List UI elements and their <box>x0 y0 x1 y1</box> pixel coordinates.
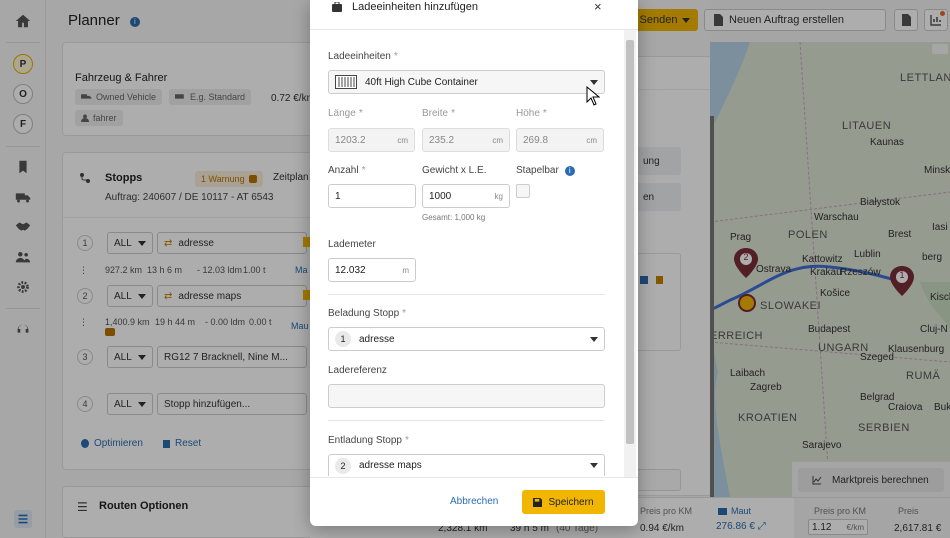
chevron-down-icon <box>590 79 598 85</box>
weight-value: 1000 <box>429 190 452 202</box>
divider <box>328 294 605 295</box>
weight-label: Gewicht x L.E. <box>422 165 487 176</box>
loading-meter-unit: m <box>402 265 409 275</box>
delivery-stop-number: 2 <box>335 457 351 474</box>
height-input[interactable]: 269.8 cm <box>516 128 604 152</box>
required-mark: * <box>542 108 547 119</box>
width-label-text: Breite <box>422 108 449 119</box>
save-icon <box>533 497 543 507</box>
loading-meter-label: Lademeter <box>328 239 376 250</box>
count-label-text: Anzahl <box>328 165 359 176</box>
required-mark: * <box>402 308 407 319</box>
modal-footer: Abbrechen Speichern <box>310 477 638 526</box>
pickup-stop-label: Beladung Stopp * <box>328 308 406 319</box>
height-unit: cm <box>586 135 597 145</box>
loading-unit-value: 40ft High Cube Container <box>365 76 478 88</box>
reference-input[interactable] <box>328 384 605 408</box>
cancel-button[interactable]: Abbrechen <box>450 496 498 507</box>
delivery-stop-label: Entladung Stopp * <box>328 435 409 446</box>
height-label-text: Höhe <box>516 108 540 119</box>
stackable-checkbox[interactable] <box>516 184 530 198</box>
pickup-stop-label-text: Beladung Stopp <box>328 308 400 319</box>
stackable-label: Stapelbar i <box>516 165 575 176</box>
info-icon[interactable]: i <box>564 165 575 176</box>
divider <box>328 420 605 421</box>
loading-units-label: Ladeeinheiten * <box>328 51 398 62</box>
required-mark: * <box>451 108 456 119</box>
container-icon <box>335 75 357 89</box>
modal-header: Ladeeinheiten hinzufügen × <box>310 0 638 30</box>
modal-title: Ladeeinheiten hinzufügen <box>352 1 479 13</box>
weight-unit: kg <box>494 191 503 201</box>
weight-total: Gesamt: 1,000 kg <box>422 213 486 222</box>
loading-unit-select[interactable]: 40ft High Cube Container <box>328 70 605 94</box>
close-icon[interactable]: × <box>594 0 602 14</box>
height-label: Höhe * <box>516 108 547 119</box>
width-input[interactable]: 235.2 cm <box>422 128 510 152</box>
save-button[interactable]: Speichern <box>522 490 605 514</box>
length-input[interactable]: 1203.2 cm <box>328 128 415 152</box>
required-mark: * <box>358 108 363 119</box>
delivery-stop-value: adresse maps <box>359 460 422 471</box>
count-input[interactable]: 1 <box>328 184 416 208</box>
loading-units-label-text: Ladeeinheiten <box>328 51 391 62</box>
delivery-stop-select[interactable]: 2 adresse maps <box>328 454 605 476</box>
required-mark: * <box>404 435 409 446</box>
delivery-stop-label-text: Entladung Stopp <box>328 435 402 446</box>
required-mark: * <box>393 51 398 62</box>
width-value: 235.2 <box>429 134 455 146</box>
mouse-cursor-icon <box>586 86 600 106</box>
stackable-label-text: Stapelbar <box>516 165 559 176</box>
pickup-stop-number: 1 <box>335 331 351 347</box>
modal-scrollbar[interactable] <box>624 30 636 477</box>
width-unit: cm <box>492 135 503 145</box>
count-value: 1 <box>335 190 341 202</box>
briefcase-icon <box>332 2 342 12</box>
length-label-text: Länge <box>328 108 356 119</box>
weight-input[interactable]: 1000 kg <box>422 184 510 208</box>
length-unit: cm <box>397 135 408 145</box>
length-value: 1203.2 <box>335 134 366 146</box>
loading-meter-value: 12.032 <box>335 264 366 276</box>
chevron-down-icon <box>590 336 598 342</box>
chevron-down-icon <box>590 463 598 468</box>
required-mark: * <box>361 165 366 176</box>
height-value: 269.8 <box>523 134 549 146</box>
width-label: Breite * <box>422 108 455 119</box>
pickup-stop-select[interactable]: 1 adresse <box>328 327 605 351</box>
add-loading-units-modal: Ladeeinheiten hinzufügen × Ladeeinheiten… <box>310 0 638 526</box>
reference-label: Ladereferenz <box>328 365 387 376</box>
length-label: Länge * <box>328 108 363 119</box>
count-label: Anzahl * <box>328 165 365 176</box>
save-label: Speichern <box>548 496 594 508</box>
loading-meter-input[interactable]: 12.032 m <box>328 258 416 282</box>
scrollbar-thumb[interactable] <box>626 40 634 444</box>
pickup-stop-value: adresse <box>359 333 395 345</box>
